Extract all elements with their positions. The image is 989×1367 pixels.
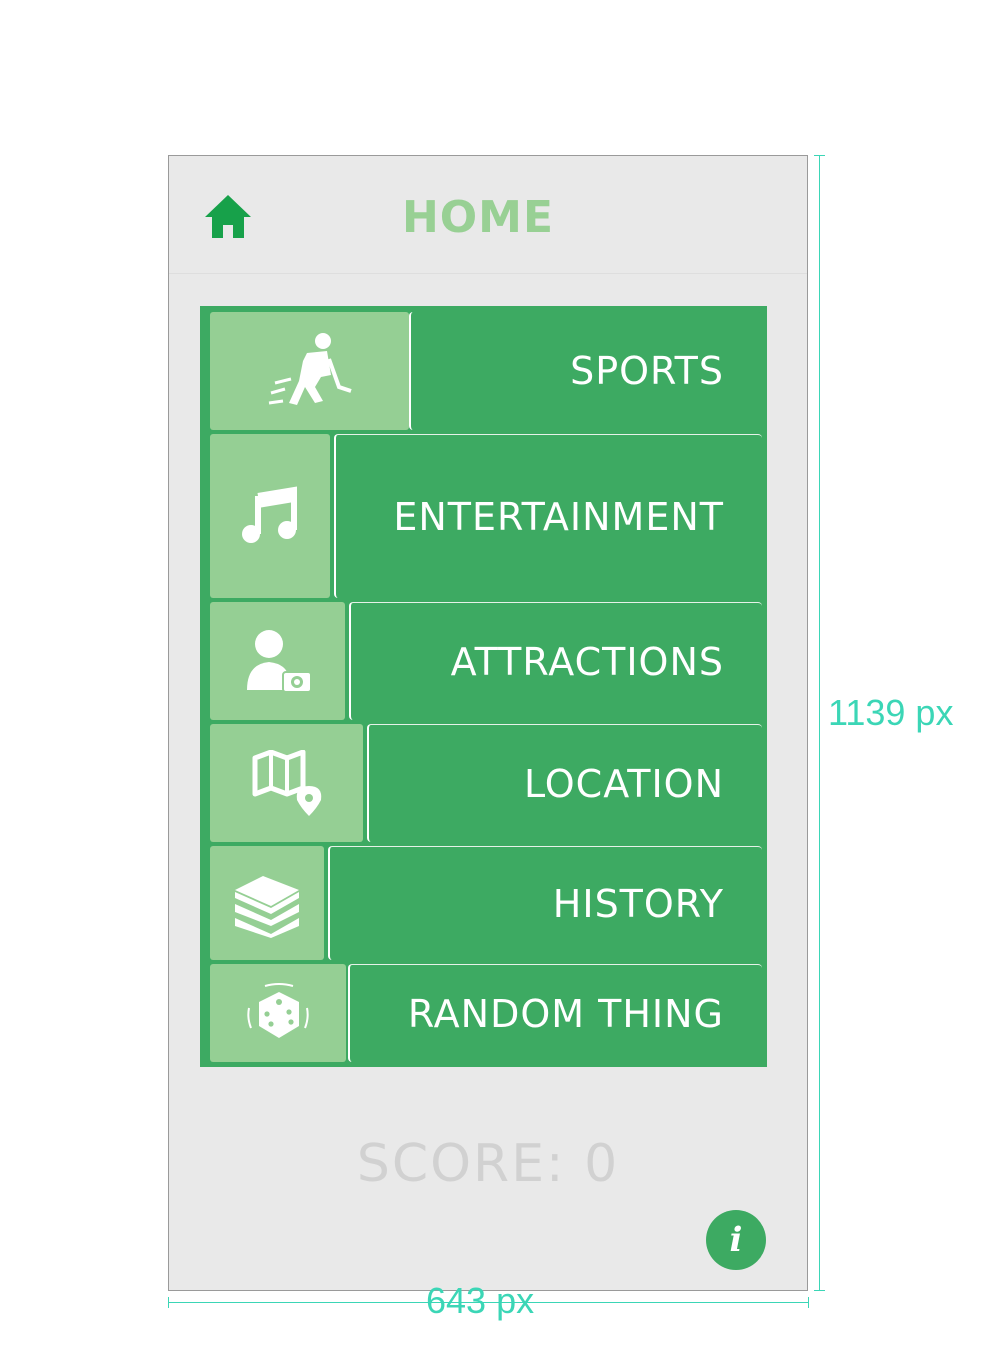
menu-item-label: HISTORY — [552, 881, 724, 926]
music-note-icon — [240, 486, 300, 546]
app-screen: HOME SPORTS ENTERTAINMENT ATTRACTIONS LO… — [168, 155, 808, 1291]
category-menu: SPORTS ENTERTAINMENT ATTRACTIONS LOCATIO… — [200, 306, 767, 1067]
height-dimension-label: 1139 px — [828, 692, 954, 733]
info-button[interactable]: i — [706, 1210, 766, 1270]
menu-item-label: ENTERTAINMENT — [393, 494, 724, 539]
menu-item-sports[interactable]: SPORTS — [210, 312, 762, 430]
score-text: SCORE: 0 — [356, 1134, 620, 1194]
map-pin-icon — [251, 750, 323, 816]
random-thing-tile — [210, 964, 346, 1062]
height-dimension-cap-bottom — [814, 1290, 825, 1291]
sports-tile — [210, 312, 409, 430]
attractions-bar: ATTRACTIONS — [349, 602, 762, 720]
history-tile — [210, 846, 324, 960]
hockey-player-icon — [265, 331, 355, 411]
tourist-camera-icon — [243, 626, 313, 696]
menu-item-entertainment[interactable]: ENTERTAINMENT — [210, 434, 762, 598]
menu-item-attractions[interactable]: ATTRACTIONS — [210, 602, 762, 720]
entertainment-bar: ENTERTAINMENT — [334, 434, 762, 598]
width-dimension-cap-right — [808, 1297, 809, 1308]
sports-bar: SPORTS — [409, 312, 762, 430]
attractions-tile — [210, 602, 345, 720]
menu-item-label: SPORTS — [570, 349, 724, 393]
entertainment-tile — [210, 434, 330, 598]
menu-item-history[interactable]: HISTORY — [210, 846, 762, 960]
menu-item-location[interactable]: LOCATION — [210, 724, 762, 842]
width-dimension-label: 643 px — [426, 1280, 535, 1321]
menu-item-label: ATTRACTIONS — [450, 639, 724, 684]
info-icon: i — [729, 1220, 743, 1260]
menu-item-label: RANDOM THING — [407, 991, 724, 1036]
books-icon — [231, 868, 303, 938]
height-dimension-cap-top — [814, 155, 825, 156]
random-thing-bar: RANDOM THING — [348, 964, 762, 1062]
page-title: HOME — [401, 192, 555, 243]
location-tile — [210, 724, 363, 842]
height-dimension-line — [819, 155, 820, 1291]
header-bar: HOME — [169, 156, 807, 274]
menu-item-random-thing[interactable]: RANDOM THING — [210, 964, 762, 1062]
location-bar: LOCATION — [367, 724, 762, 842]
menu-item-label: LOCATION — [523, 761, 724, 806]
width-dimension-cap-left — [168, 1297, 169, 1308]
history-bar: HISTORY — [328, 846, 762, 960]
dice-icon — [245, 982, 311, 1044]
